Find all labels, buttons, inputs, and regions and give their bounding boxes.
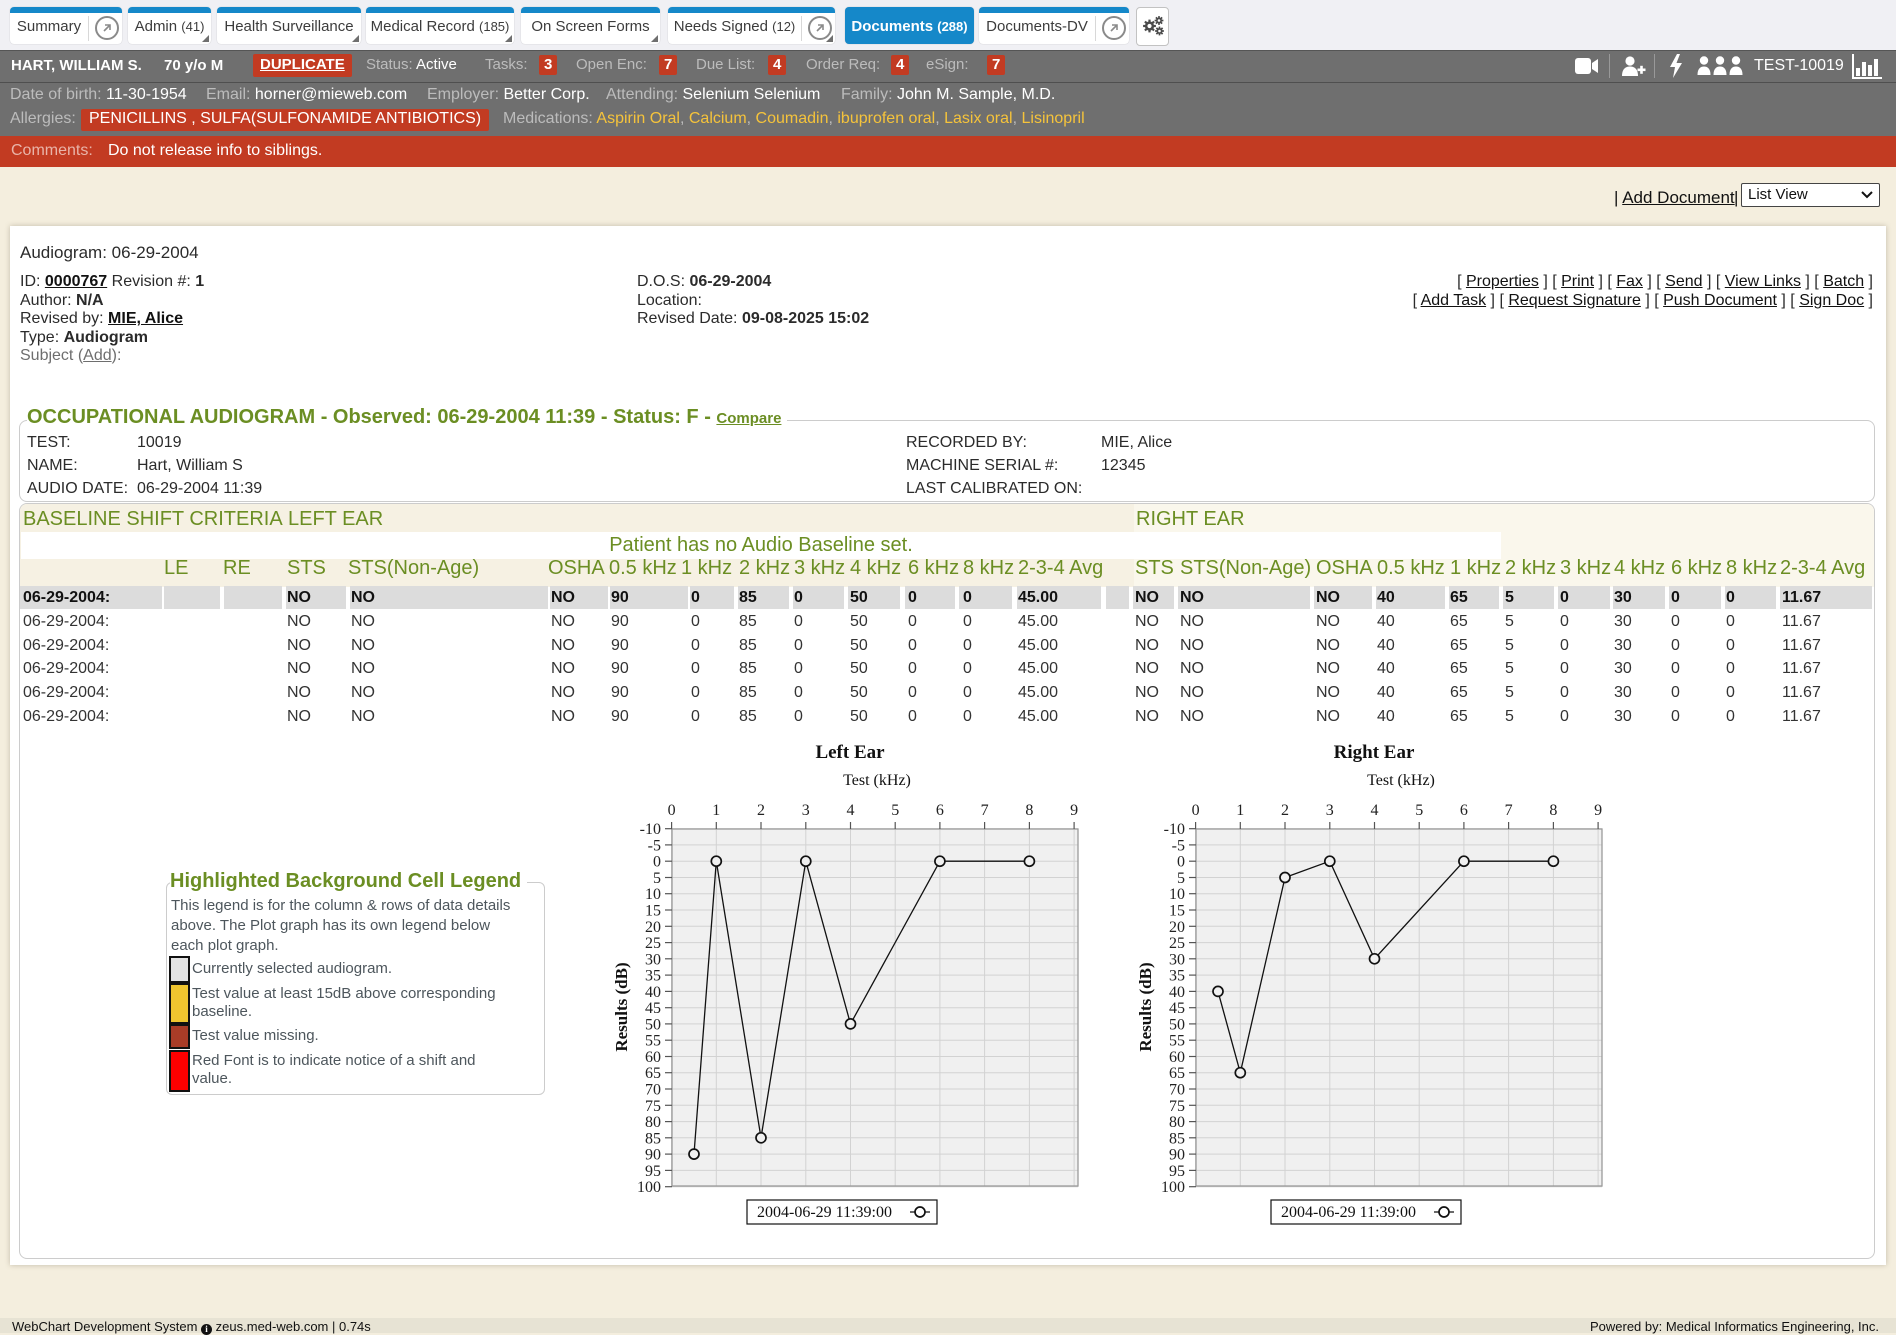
- svg-text:75: 75: [1169, 1098, 1185, 1115]
- svg-text:55: 55: [1169, 1033, 1185, 1050]
- svg-text:90: 90: [645, 1147, 661, 1164]
- svg-text:40: 40: [1169, 984, 1185, 1001]
- svg-text:9: 9: [1070, 802, 1078, 819]
- svg-text:Left Ear: Left Ear: [815, 742, 885, 763]
- svg-text:25: 25: [645, 935, 661, 952]
- svg-text:95: 95: [1169, 1163, 1185, 1180]
- svg-text:30: 30: [645, 951, 661, 968]
- svg-text:0: 0: [1192, 802, 1200, 819]
- svg-text:10: 10: [645, 886, 661, 903]
- svg-text:20: 20: [1169, 919, 1185, 936]
- svg-text:2: 2: [757, 802, 765, 819]
- svg-text:Results (dB): Results (dB): [612, 962, 631, 1051]
- svg-text:15: 15: [1169, 903, 1185, 920]
- svg-text:100: 100: [1161, 1179, 1185, 1196]
- svg-text:90: 90: [1169, 1147, 1185, 1164]
- svg-text:-5: -5: [648, 837, 661, 854]
- svg-text:65: 65: [1169, 1065, 1185, 1082]
- svg-text:5: 5: [653, 870, 661, 887]
- svg-text:95: 95: [645, 1163, 661, 1180]
- svg-text:45: 45: [1169, 1000, 1185, 1017]
- svg-text:60: 60: [1169, 1049, 1185, 1066]
- svg-text:85: 85: [645, 1130, 661, 1147]
- svg-text:1: 1: [712, 802, 720, 819]
- svg-text:45: 45: [645, 1000, 661, 1017]
- svg-text:75: 75: [645, 1098, 661, 1115]
- svg-text:-5: -5: [1172, 837, 1185, 854]
- svg-text:30: 30: [1169, 951, 1185, 968]
- svg-text:6: 6: [936, 802, 944, 819]
- svg-text:55: 55: [645, 1033, 661, 1050]
- svg-text:Test (kHz): Test (kHz): [1367, 772, 1435, 789]
- svg-text:35: 35: [1169, 968, 1185, 985]
- svg-text:7: 7: [981, 802, 989, 819]
- svg-text:-10: -10: [640, 821, 661, 838]
- svg-text:7: 7: [1505, 802, 1513, 819]
- svg-text:1: 1: [1236, 802, 1244, 819]
- svg-text:4: 4: [1371, 802, 1379, 819]
- svg-text:35: 35: [645, 968, 661, 985]
- svg-text:-10: -10: [1164, 821, 1185, 838]
- svg-text:10: 10: [1169, 886, 1185, 903]
- svg-text:4: 4: [847, 802, 855, 819]
- svg-text:40: 40: [645, 984, 661, 1001]
- svg-text:25: 25: [1169, 935, 1185, 952]
- svg-text:0: 0: [1177, 854, 1185, 871]
- svg-text:50: 50: [645, 1016, 661, 1033]
- svg-text:70: 70: [1169, 1082, 1185, 1099]
- svg-text:Test (kHz): Test (kHz): [843, 772, 911, 789]
- svg-text:5: 5: [1415, 802, 1423, 819]
- svg-text:20: 20: [645, 919, 661, 936]
- svg-text:9: 9: [1594, 802, 1602, 819]
- svg-text:5: 5: [1177, 870, 1185, 887]
- svg-text:100: 100: [637, 1179, 661, 1196]
- svg-text:5: 5: [891, 802, 899, 819]
- svg-text:3: 3: [1326, 802, 1334, 819]
- svg-text:0: 0: [668, 802, 676, 819]
- svg-text:Results (dB): Results (dB): [1136, 962, 1155, 1051]
- svg-text:Right Ear: Right Ear: [1334, 742, 1415, 763]
- svg-text:65: 65: [645, 1065, 661, 1082]
- svg-text:2004-06-29 11:39:00: 2004-06-29 11:39:00: [757, 1204, 892, 1221]
- svg-text:0: 0: [653, 854, 661, 871]
- svg-text:60: 60: [645, 1049, 661, 1066]
- svg-text:8: 8: [1025, 802, 1033, 819]
- svg-text:15: 15: [645, 903, 661, 920]
- svg-text:80: 80: [645, 1114, 661, 1131]
- svg-text:70: 70: [645, 1082, 661, 1099]
- svg-text:80: 80: [1169, 1114, 1185, 1131]
- svg-text:2: 2: [1281, 802, 1289, 819]
- svg-text:3: 3: [802, 802, 810, 819]
- svg-text:50: 50: [1169, 1016, 1185, 1033]
- svg-text:2004-06-29 11:39:00: 2004-06-29 11:39:00: [1281, 1204, 1416, 1221]
- svg-text:6: 6: [1460, 802, 1468, 819]
- svg-text:85: 85: [1169, 1130, 1185, 1147]
- svg-text:8: 8: [1549, 802, 1557, 819]
